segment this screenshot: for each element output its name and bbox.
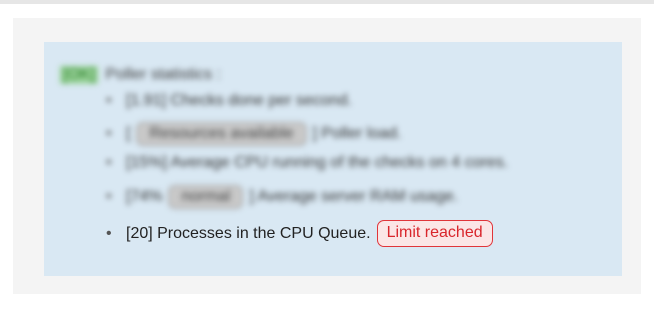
list-bullet: • bbox=[106, 125, 112, 142]
cpu-queue-text: [20] Processes in the CPU Queue. bbox=[126, 224, 371, 242]
list-item-cpu-queue: • [20] Processes in the CPU Queue. Limit… bbox=[106, 220, 493, 247]
poller-stats-title: Poller statistics : bbox=[105, 66, 222, 83]
list-item-cpu-running: • [15%] Average CPU running of the check… bbox=[106, 154, 508, 172]
list-bullet: • bbox=[106, 188, 112, 205]
poller-stats-panel: [OK] Poller statistics : • [1.91] Checks… bbox=[44, 42, 622, 276]
poller-stats-container: [OK] Poller statistics : • [1.91] Checks… bbox=[13, 18, 641, 294]
poller-stats-header: [OK] Poller statistics : bbox=[60, 66, 221, 84]
cpu-running-text: [15%] Average CPU running of the checks … bbox=[126, 154, 509, 171]
poller-load-prefix: [ bbox=[126, 125, 131, 142]
checks-per-second-text: [1.91] Checks done per second. bbox=[126, 92, 352, 109]
status-tag: [OK] bbox=[60, 66, 99, 84]
limit-reached-badge: Limit reached bbox=[376, 220, 493, 247]
list-item-poller-load: • [ Resources available ] Poller load. bbox=[106, 122, 401, 146]
poller-load-suffix: ] Poller load. bbox=[312, 125, 402, 142]
ram-usage-prefix: [74% bbox=[126, 188, 163, 205]
list-item-checks-per-second: • [1.91] Checks done per second. bbox=[106, 92, 352, 110]
list-bullet: • bbox=[106, 92, 112, 109]
list-bullet: • bbox=[106, 154, 112, 171]
list-item-ram-usage: • [74% normal ] Average server RAM usage… bbox=[106, 185, 458, 209]
list-bullet: • bbox=[106, 224, 112, 242]
top-divider bbox=[0, 0, 654, 4]
ram-status-badge: normal bbox=[168, 185, 244, 209]
resources-status-badge: Resources available bbox=[136, 122, 307, 146]
ram-usage-suffix: ] Average server RAM usage. bbox=[249, 188, 459, 205]
